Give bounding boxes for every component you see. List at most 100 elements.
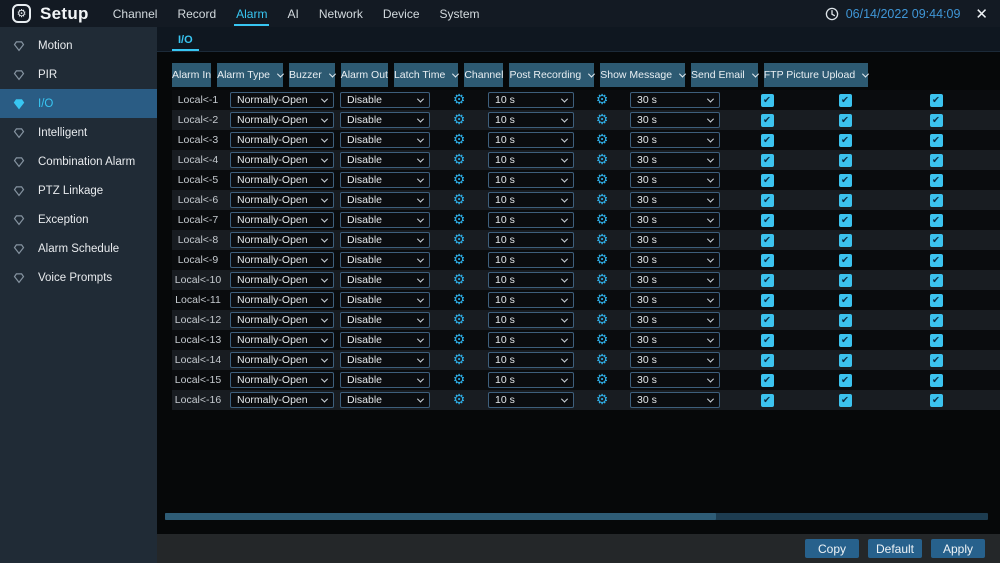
send-email-checkbox[interactable]: [838, 213, 852, 227]
send-email-checkbox[interactable]: [838, 273, 852, 287]
buzzer-select[interactable]: Disable: [340, 312, 430, 328]
latch-time-select[interactable]: 10 s: [488, 172, 574, 188]
latch-time-select[interactable]: 10 s: [488, 312, 574, 328]
alarm-out-settings-icon[interactable]: ⚙: [453, 313, 466, 327]
scrollbar-thumb[interactable]: [165, 513, 717, 520]
show-message-checkbox[interactable]: [760, 213, 774, 227]
alarm-type-select[interactable]: Normally-Open: [230, 232, 334, 248]
menu-tab-network[interactable]: Network: [317, 2, 365, 26]
menu-tab-record[interactable]: Record: [175, 2, 218, 26]
send-email-checkbox[interactable]: [838, 353, 852, 367]
tab-io[interactable]: I/O: [172, 30, 199, 51]
sidebar-item-voice-prompts[interactable]: Voice Prompts: [0, 263, 157, 292]
channel-settings-icon[interactable]: ⚙: [596, 133, 609, 147]
menu-tab-system[interactable]: System: [438, 2, 482, 26]
alarm-out-settings-icon[interactable]: ⚙: [453, 213, 466, 227]
send-email-checkbox[interactable]: [838, 113, 852, 127]
buzzer-select[interactable]: Disable: [340, 132, 430, 148]
show-message-checkbox[interactable]: [760, 333, 774, 347]
channel-settings-icon[interactable]: ⚙: [596, 333, 609, 347]
latch-time-select[interactable]: 10 s: [488, 332, 574, 348]
alarm-out-settings-icon[interactable]: ⚙: [453, 393, 466, 407]
send-email-checkbox[interactable]: [838, 313, 852, 327]
show-message-checkbox[interactable]: [760, 93, 774, 107]
send-email-checkbox[interactable]: [838, 253, 852, 267]
ftp-picture-upload-checkbox[interactable]: [929, 353, 943, 367]
send-email-checkbox[interactable]: [838, 373, 852, 387]
show-message-checkbox[interactable]: [760, 153, 774, 167]
show-message-checkbox[interactable]: [760, 133, 774, 147]
alarm-out-settings-icon[interactable]: ⚙: [453, 233, 466, 247]
alarm-type-select[interactable]: Normally-Open: [230, 332, 334, 348]
post-recording-select[interactable]: 30 s: [630, 332, 720, 348]
latch-time-select[interactable]: 10 s: [488, 192, 574, 208]
alarm-out-settings-icon[interactable]: ⚙: [453, 373, 466, 387]
alarm-out-settings-icon[interactable]: ⚙: [453, 353, 466, 367]
column-header-alarm-out[interactable]: Alarm Out: [340, 63, 388, 87]
sidebar-item-pir[interactable]: PIR: [0, 60, 157, 89]
alarm-type-select[interactable]: Normally-Open: [230, 212, 334, 228]
alarm-type-select[interactable]: Normally-Open: [230, 152, 334, 168]
channel-settings-icon[interactable]: ⚙: [596, 93, 609, 107]
ftp-picture-upload-checkbox[interactable]: [929, 333, 943, 347]
post-recording-select[interactable]: 30 s: [630, 192, 720, 208]
column-header-show-message[interactable]: Show Message: [600, 63, 687, 87]
alarm-out-settings-icon[interactable]: ⚙: [453, 333, 466, 347]
show-message-checkbox[interactable]: [760, 193, 774, 207]
alarm-type-select[interactable]: Normally-Open: [230, 252, 334, 268]
latch-time-select[interactable]: 10 s: [488, 252, 574, 268]
post-recording-select[interactable]: 30 s: [630, 292, 720, 308]
alarm-out-settings-icon[interactable]: ⚙: [453, 273, 466, 287]
channel-settings-icon[interactable]: ⚙: [596, 373, 609, 387]
buzzer-select[interactable]: Disable: [340, 172, 430, 188]
channel-settings-icon[interactable]: ⚙: [596, 293, 609, 307]
alarm-out-settings-icon[interactable]: ⚙: [453, 133, 466, 147]
ftp-picture-upload-checkbox[interactable]: [929, 213, 943, 227]
alarm-type-select[interactable]: Normally-Open: [230, 112, 334, 128]
sidebar-item-motion[interactable]: Motion: [0, 31, 157, 60]
horizontal-scrollbar[interactable]: [165, 513, 988, 520]
latch-time-select[interactable]: 10 s: [488, 272, 574, 288]
ftp-picture-upload-checkbox[interactable]: [929, 373, 943, 387]
post-recording-select[interactable]: 30 s: [630, 212, 720, 228]
latch-time-select[interactable]: 10 s: [488, 392, 574, 408]
column-header-post-recording[interactable]: Post Recording: [509, 63, 596, 87]
show-message-checkbox[interactable]: [760, 373, 774, 387]
send-email-checkbox[interactable]: [838, 393, 852, 407]
buzzer-select[interactable]: Disable: [340, 212, 430, 228]
show-message-checkbox[interactable]: [760, 393, 774, 407]
ftp-picture-upload-checkbox[interactable]: [929, 173, 943, 187]
send-email-checkbox[interactable]: [838, 153, 852, 167]
latch-time-select[interactable]: 10 s: [488, 92, 574, 108]
show-message-checkbox[interactable]: [760, 173, 774, 187]
buzzer-select[interactable]: Disable: [340, 292, 430, 308]
ftp-picture-upload-checkbox[interactable]: [929, 113, 943, 127]
show-message-checkbox[interactable]: [760, 313, 774, 327]
buzzer-select[interactable]: Disable: [340, 392, 430, 408]
channel-settings-icon[interactable]: ⚙: [596, 273, 609, 287]
buzzer-select[interactable]: Disable: [340, 372, 430, 388]
post-recording-select[interactable]: 30 s: [630, 272, 720, 288]
post-recording-select[interactable]: 30 s: [630, 152, 720, 168]
menu-tab-channel[interactable]: Channel: [111, 2, 160, 26]
alarm-type-select[interactable]: Normally-Open: [230, 172, 334, 188]
post-recording-select[interactable]: 30 s: [630, 232, 720, 248]
alarm-type-select[interactable]: Normally-Open: [230, 392, 334, 408]
alarm-out-settings-icon[interactable]: ⚙: [453, 153, 466, 167]
send-email-checkbox[interactable]: [838, 133, 852, 147]
alarm-type-select[interactable]: Normally-Open: [230, 352, 334, 368]
column-header-send-email[interactable]: Send Email: [691, 63, 759, 87]
send-email-checkbox[interactable]: [838, 333, 852, 347]
sidebar-item-combination-alarm[interactable]: Combination Alarm: [0, 147, 157, 176]
ftp-picture-upload-checkbox[interactable]: [929, 133, 943, 147]
ftp-picture-upload-checkbox[interactable]: [929, 393, 943, 407]
post-recording-select[interactable]: 30 s: [630, 132, 720, 148]
post-recording-select[interactable]: 30 s: [630, 372, 720, 388]
latch-time-select[interactable]: 10 s: [488, 212, 574, 228]
buzzer-select[interactable]: Disable: [340, 252, 430, 268]
show-message-checkbox[interactable]: [760, 253, 774, 267]
column-header-alarm-type[interactable]: Alarm Type: [217, 63, 285, 87]
buzzer-select[interactable]: Disable: [340, 232, 430, 248]
alarm-out-settings-icon[interactable]: ⚙: [453, 253, 466, 267]
post-recording-select[interactable]: 30 s: [630, 92, 720, 108]
